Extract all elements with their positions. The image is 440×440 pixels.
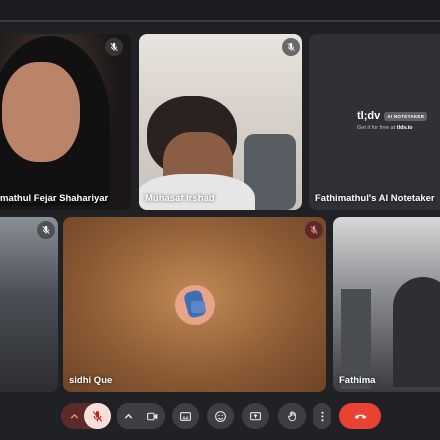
tldv-link[interactable]: tldv.io xyxy=(397,125,413,131)
camera-icon xyxy=(146,412,157,420)
camera-options-button[interactable] xyxy=(117,403,139,429)
participant-tile[interactable]: tl;dv AI NOTETAKER Get it for free at tl… xyxy=(309,34,440,210)
tldv-logo: tl;dv xyxy=(357,110,381,122)
raise-hand-button[interactable] xyxy=(278,403,306,429)
mic-off-icon xyxy=(305,221,323,239)
call-controls xyxy=(0,398,440,440)
participant-tile[interactable]: mathul Fejar Shahariyar xyxy=(0,34,131,210)
participant-name: Fathimathul's AI Notetaker xyxy=(315,193,435,204)
avatar xyxy=(175,285,215,325)
participant-tile[interactable]: Muhasaf Irshad xyxy=(139,34,302,210)
camera-toggle-button[interactable] xyxy=(139,403,165,429)
end-call-button[interactable] xyxy=(339,403,381,429)
more-vert-icon xyxy=(320,411,324,421)
mic-off-icon xyxy=(92,410,103,422)
participant-name: Fathima xyxy=(339,375,376,386)
notetaker-tagline: Get it for free at tldv.io xyxy=(357,125,413,131)
reactions-button[interactable] xyxy=(207,403,234,429)
mic-off-icon xyxy=(105,38,123,56)
chevron-up-icon xyxy=(70,413,78,419)
raise-hand-icon xyxy=(287,410,296,421)
emoji-icon xyxy=(215,410,226,422)
captions-icon xyxy=(180,411,191,421)
notetaker-badge: AI NOTETAKER xyxy=(384,111,428,121)
top-bar xyxy=(0,0,440,24)
end-call-icon xyxy=(354,414,366,419)
mic-toggle-button[interactable] xyxy=(84,403,111,429)
mic-off-icon xyxy=(37,221,55,239)
participant-video xyxy=(393,277,440,387)
chevron-up-icon xyxy=(124,413,132,419)
present-button[interactable] xyxy=(242,403,269,429)
participant-tile[interactable]: Fathima xyxy=(333,217,440,392)
present-icon xyxy=(250,411,261,420)
participant-name: sidhi Que xyxy=(69,375,113,386)
mic-off-icon xyxy=(282,38,300,56)
participant-name: Muhasaf Irshad xyxy=(145,193,215,204)
mic-options-button[interactable] xyxy=(63,403,85,429)
participant-tile[interactable] xyxy=(0,217,58,392)
more-options-button[interactable] xyxy=(313,403,331,429)
participant-name: mathul Fejar Shahariyar xyxy=(0,193,109,204)
participant-tile[interactable]: sidhi Que xyxy=(63,217,326,392)
captions-button[interactable] xyxy=(172,403,199,429)
notetaker-card: tl;dv AI NOTETAKER Get it for free at tl… xyxy=(357,110,440,131)
